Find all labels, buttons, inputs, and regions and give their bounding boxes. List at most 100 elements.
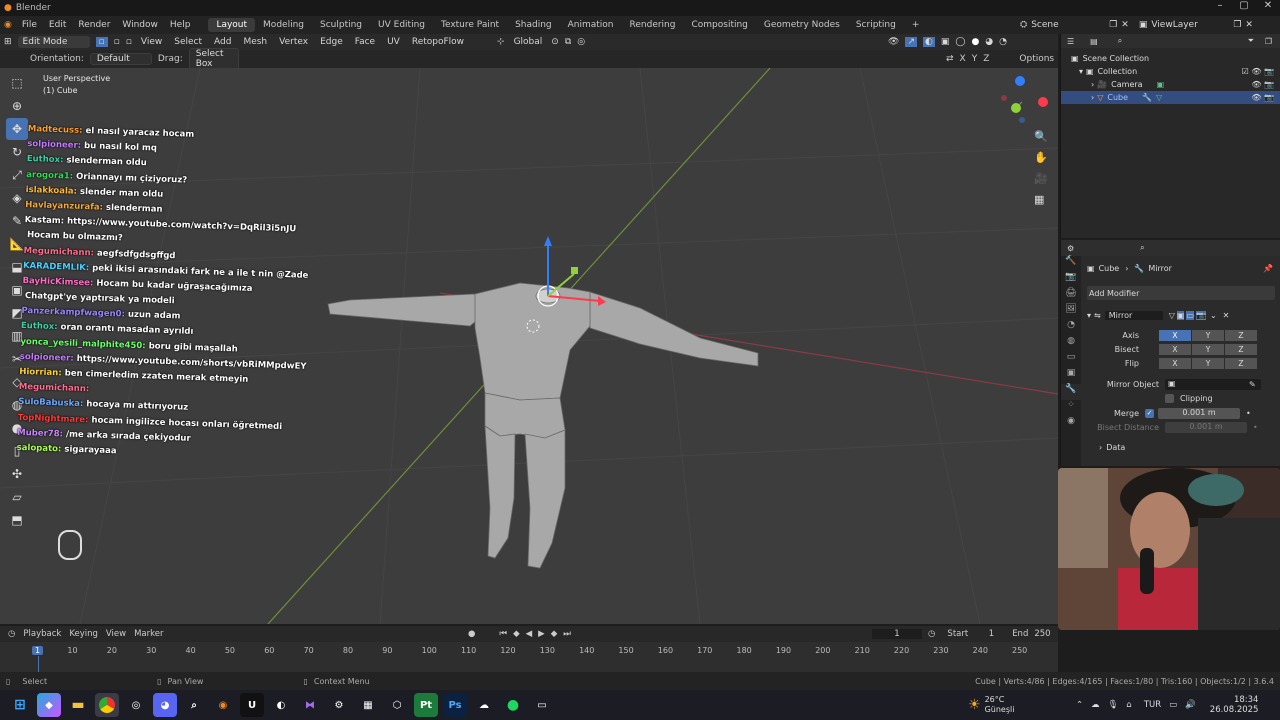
axis-x-toggle[interactable]: X (1159, 330, 1191, 341)
copilot-icon[interactable]: ◆ (37, 693, 61, 717)
view-layer-tab-icon[interactable]: 🖼 (1061, 304, 1081, 320)
drag-dropdown[interactable]: Select Box (188, 48, 239, 70)
view-layer-icon[interactable]: ▣ (1139, 20, 1148, 30)
outliner-editor-icon[interactable]: ☰ (1067, 37, 1074, 46)
overlay-icon[interactable]: ◐ (922, 37, 935, 47)
visibility-icon[interactable]: 👁 (888, 37, 899, 47)
obs-icon[interactable]: ◎ (124, 693, 148, 717)
mirror-axis-x[interactable]: X (960, 54, 966, 64)
modifier-name-field[interactable]: Mirror (1104, 310, 1163, 320)
search-icon[interactable]: ⌕ (1140, 243, 1144, 253)
outliner-scene-collection[interactable]: ▣ Scene Collection (1061, 52, 1280, 65)
orientation-dropdown[interactable]: Default (89, 53, 152, 65)
new-scene-icon[interactable]: ❐ (1109, 20, 1117, 30)
remove-modifier-icon[interactable]: ✕ (1223, 311, 1230, 320)
expand-icon[interactable]: ▾ (1079, 67, 1083, 76)
camera-visibility-icons[interactable]: 👁 📷 (1251, 80, 1274, 89)
menu-mesh[interactable]: Mesh (240, 37, 270, 47)
transform-orientation-icon[interactable]: ⊹ (497, 37, 505, 47)
volume-icon[interactable]: 🔊 (1185, 700, 1196, 710)
viewport-toggle-icon[interactable]: ▭ (1186, 310, 1194, 320)
flip-z-toggle[interactable]: Z (1225, 358, 1257, 369)
pan-hand-icon[interactable]: ✋ (1034, 151, 1048, 164)
bisect-y-toggle[interactable]: Y (1192, 344, 1224, 355)
camera-view-icon[interactable]: 🎥 (1034, 172, 1048, 185)
options-dropdown[interactable]: Options (1019, 54, 1054, 64)
preview-range-icon[interactable]: ◷ (928, 629, 935, 639)
shrink-tool-icon[interactable]: ✣ (6, 463, 28, 485)
snap-icon[interactable]: ⧉ (565, 37, 571, 47)
chevron-up-icon[interactable]: ⌃ (1076, 700, 1083, 710)
rendered-shading-icon[interactable]: ◔ (999, 37, 1007, 47)
face-select-icon[interactable]: ▫ (126, 37, 132, 47)
clock-date[interactable]: 26.08.2025 (1210, 705, 1259, 715)
menu-view[interactable]: View (138, 37, 165, 47)
current-frame-field[interactable]: 1 (872, 629, 922, 639)
unity-icon[interactable]: ⬡ (385, 693, 409, 717)
flip-y-toggle[interactable]: Y (1192, 358, 1224, 369)
menu-playback[interactable]: Playback (23, 629, 61, 639)
settings-icon[interactable]: ⚙ (327, 693, 351, 717)
menu-help[interactable]: Help (164, 20, 197, 30)
properties-editor-icon[interactable]: ⚙ (1067, 244, 1074, 253)
language-indicator[interactable]: TUR (1144, 700, 1161, 710)
axis-z-toggle[interactable]: Z (1225, 330, 1257, 341)
mirror-axis-z[interactable]: Z (983, 54, 989, 64)
modifier-tab-icon[interactable]: 🔧 (1061, 384, 1081, 400)
next-keyframe-icon[interactable]: ◆ (551, 629, 558, 639)
app-store-icon[interactable]: ▦ (356, 693, 380, 717)
pivot-icon[interactable]: ⊙ (551, 37, 559, 47)
scale-tool-icon[interactable]: ⤢ (6, 164, 28, 186)
menu-retopoflow[interactable]: RetopoFlow (409, 37, 467, 47)
jump-end-icon[interactable]: ⏭ (563, 629, 571, 639)
shear-tool-icon[interactable]: ▱ (6, 486, 28, 508)
mode-selector[interactable]: Edit Mode (17, 36, 90, 48)
start-frame-field[interactable]: 1 (974, 629, 994, 639)
menu-vertex[interactable]: Vertex (276, 37, 311, 47)
visual-studio-icon[interactable]: ⧓ (298, 693, 322, 717)
timeline-ruler[interactable]: 1 10 20 30 40 50 60 70 80 90 100 110 120 130 140 150 160… (0, 642, 1058, 672)
clipping-checkbox[interactable] (1165, 394, 1174, 403)
search-icon[interactable]: ⌕ (1118, 36, 1122, 46)
pycharm-icon[interactable]: Pt (414, 693, 438, 717)
photoshop-icon[interactable]: Ps (443, 693, 467, 717)
expand-icon[interactable]: › (1091, 80, 1094, 89)
menu-file[interactable]: File (16, 20, 43, 30)
workspace-tab-sculpting[interactable]: Sculpting (312, 18, 370, 32)
proportional-edit-icon[interactable]: ◎ (577, 37, 585, 47)
workspace-tab-rendering[interactable]: Rendering (622, 18, 684, 32)
transform-orientation-selector[interactable]: Global (511, 37, 546, 47)
outliner-item-cube[interactable]: › ▽ Cube 🔧 ▽ 👁 📷 (1061, 91, 1280, 104)
menu-face[interactable]: Face (352, 37, 378, 47)
blender-menu-icon[interactable]: ◉ (0, 20, 16, 30)
menu-timeline-view[interactable]: View (106, 629, 126, 639)
maximize-icon[interactable]: ▢ (1232, 0, 1256, 11)
close-icon[interactable]: ✕ (1256, 0, 1280, 11)
view-layer-name[interactable]: ViewLayer (1151, 20, 1229, 30)
gizmo-icon[interactable]: ↗ (905, 37, 917, 47)
outliner-item-camera[interactable]: › 🎥 Camera ▣ 👁 📷 (1061, 78, 1280, 91)
expand-icon[interactable]: › (1099, 443, 1102, 452)
new-collection-icon[interactable]: ❐ (1265, 37, 1272, 46)
timeline-editor-icon[interactable]: ◷ (8, 629, 15, 639)
blender-taskbar-icon[interactable]: ◉ (211, 693, 235, 717)
eyedropper-icon[interactable]: ✎ (1249, 380, 1256, 389)
display-mode-icon[interactable]: ▤ (1090, 37, 1098, 46)
collection-visibility-icons[interactable]: ☑ 👁 📷 (1242, 67, 1274, 76)
flip-x-toggle[interactable]: X (1159, 358, 1191, 369)
menu-select[interactable]: Select (171, 37, 205, 47)
xray-icon[interactable]: ▣ (941, 37, 950, 47)
bisect-x-toggle[interactable]: X (1159, 344, 1191, 355)
search-app-icon[interactable]: ⌕ (182, 693, 206, 717)
rotate-tool-icon[interactable]: ↻ (6, 141, 28, 163)
scene-tab-icon[interactable]: ◔ (1061, 320, 1081, 336)
play-reverse-icon[interactable]: ◀ (526, 629, 533, 639)
workspace-tab-geometry-nodes[interactable]: Geometry Nodes (756, 18, 848, 32)
cloud-icon[interactable]: ☁ (1091, 700, 1100, 710)
workspace-tab-animation[interactable]: Animation (560, 18, 622, 32)
mirror-axis-icon[interactable]: ⇄ (946, 54, 954, 64)
select-tool-icon[interactable]: ⬚ (6, 72, 28, 94)
delete-scene-icon[interactable]: ✕ (1121, 20, 1129, 30)
world-tab-icon[interactable]: ◍ (1061, 336, 1081, 352)
filter-icon[interactable]: ⏷ (1248, 36, 1254, 46)
